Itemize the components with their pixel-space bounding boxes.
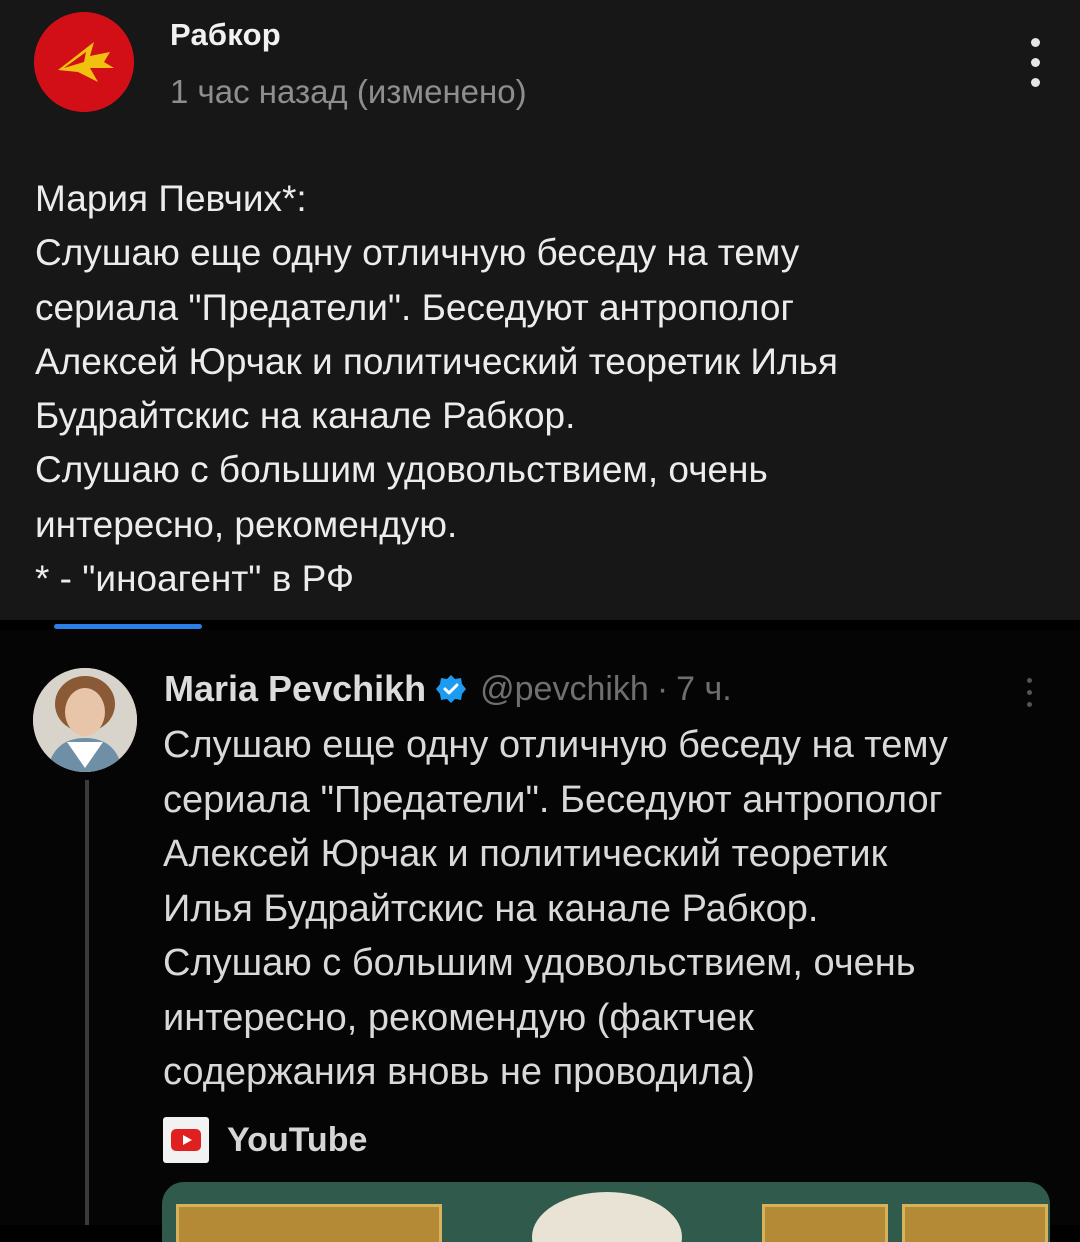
post-text-line: сериала "Предатели". Беседуют антрополог: [35, 286, 794, 328]
tweet-header: Maria Pevchikh @pevchikh · 7 ч.: [164, 666, 732, 712]
tweet-text-line: Слушаю еще одну отличную беседу на тему: [163, 724, 948, 766]
post-text-line: Алексей Юрчак и политический теоретик Ил…: [35, 340, 838, 382]
tweet-text-line: Алексей Юрчак и политический теоретик: [163, 833, 888, 875]
post-text-line: Будрайтскис на канале Рабкор.: [35, 395, 576, 437]
post-text-line: Слушаю с большим удовольствием, очень: [35, 449, 768, 491]
tweet-more-icon: [1020, 672, 1040, 712]
post-body: Мария Певчих*: Слушаю еще одну отличную …: [35, 172, 1045, 606]
verified-badge-icon: [436, 675, 467, 703]
tweet-handle: @pevchikh: [480, 669, 649, 708]
tweet-text-line: Слушаю с большим удовольствием, очень: [163, 942, 916, 984]
attached-tweet-image[interactable]: Maria Pevchikh @pevchikh · 7 ч. Слушаю е…: [0, 630, 1080, 1242]
tweet-author-name: Maria Pevchikh: [164, 668, 427, 709]
tweet-time: 7 ч.: [676, 669, 732, 708]
post-text-line: Мария Певчих*:: [35, 178, 307, 219]
post-text-line: * - "иноагент" в РФ: [35, 558, 355, 600]
tweet-text-line: содержания вновь не проводила): [163, 1051, 755, 1093]
more-options-icon[interactable]: [1014, 34, 1058, 94]
video-thumbnail: [162, 1182, 1050, 1242]
tweet-author-avatar: [33, 668, 137, 772]
post-card: Рабкор 1 час назад (изменено) Мария Певч…: [0, 0, 1080, 620]
image-indicator: [54, 624, 202, 629]
rabkor-logo-icon: [34, 12, 134, 112]
tweet-text-line: интересно, рекомендую (фактчек: [163, 996, 754, 1039]
youtube-link-source: YouTube: [163, 1117, 367, 1163]
post-text-line: Слушаю еще одну отличную беседу на тему: [35, 232, 800, 274]
tweet-separator: ·: [656, 669, 669, 708]
tweet-text-line: Илья Будрайтскис на канале Рабкор.: [163, 887, 819, 930]
thread-line: [85, 780, 89, 1225]
tweet-text-line: сериала "Предатели". Беседуют антрополог: [163, 778, 943, 821]
tweet-body: Слушаю еще одну отличную беседу на тему …: [163, 718, 1063, 1100]
youtube-icon: [163, 1117, 209, 1163]
youtube-label: YouTube: [227, 1120, 368, 1159]
channel-name[interactable]: Рабкор: [170, 17, 281, 53]
channel-avatar[interactable]: [34, 12, 134, 112]
post-text-line: интересно, рекомендую.: [35, 503, 458, 545]
post-timestamp: 1 час назад (изменено): [170, 73, 527, 110]
